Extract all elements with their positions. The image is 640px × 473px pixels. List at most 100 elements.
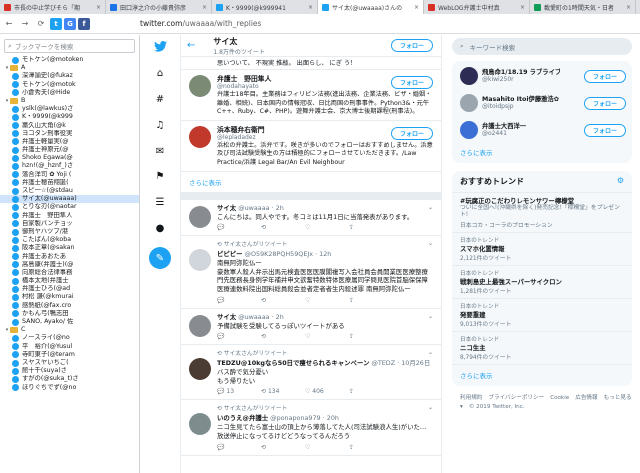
tab-close-icon[interactable]: × [414, 4, 419, 11]
bookmark-item[interactable]: 弁護士 野田隼人 [0, 212, 139, 220]
bookmark-item[interactable]: 弁護士神原元(@ [0, 146, 139, 154]
like-action[interactable]: ♡ [305, 224, 349, 231]
bookmark-item[interactable]: 深澤諭史(@fukaz [0, 72, 139, 80]
user-card[interactable]: 弁護士 野田隼人 @nodahayato 弁護士18年目。主業務はフィリピン法務(進… [181, 70, 441, 121]
bookmark-item[interactable]: Shoko Egawa(@ [0, 154, 139, 162]
tweet[interactable]: サイ太 @uwaaaa · 2h ⌄ 予備試験を受験してるっぽいツイートがある 💬 ⟲… [181, 309, 441, 346]
home-icon[interactable]: ⌂ [153, 66, 167, 80]
browser-tab[interactable]: 田口淳之介の小藤貴弥彦 × [106, 0, 212, 14]
share-action[interactable]: ⇪ [349, 297, 393, 304]
reply-action[interactable]: 💬 13 [217, 388, 261, 395]
bookmark-item[interactable]: 御刑ヤハツブ/港 [0, 228, 139, 236]
google-icon[interactable]: G [64, 17, 76, 30]
bookmark-item[interactable]: ノースライ(@no [0, 334, 139, 342]
browser-tab[interactable]: K・9999(@k999941 × [212, 0, 318, 14]
bookmark-item[interactable]: ほりぐちでず(@no [0, 384, 139, 392]
twitter-bird-icon[interactable] [153, 39, 167, 53]
tab-close-icon[interactable]: × [626, 4, 631, 11]
tweet[interactable]: ⟲ サイ太さんがリツイート TEDZU@10kgなら50日で痩せられるキャンペーン… [181, 345, 441, 401]
like-action[interactable]: ♡ [305, 444, 349, 451]
avatar[interactable] [189, 205, 211, 228]
bookmark-item[interactable]: すがの(@suka_t)さ [0, 375, 139, 383]
tweet[interactable]: サイ太 @uwaaaa · 2h ⌄ こんにちは。同人やです。冬コミは11月1日に当… [181, 200, 441, 237]
forward-icon[interactable]: → [18, 17, 32, 31]
footer-link[interactable]: プライバシーポリシー [488, 395, 544, 401]
trend-item[interactable]: 日本のトレンド ニコ生主 8,794件のツイート [452, 332, 632, 365]
bookmark-item[interactable]: かもん弓(鴨志田 [0, 310, 139, 318]
suggested-user-name[interactable]: 飛鳥命1/18.19 ラブライブ [482, 67, 560, 76]
browser-tab[interactable]: WebLOG弁護士中村真 × [424, 0, 530, 14]
follow-button[interactable]: フォロー [583, 70, 626, 83]
footer-link[interactable]: 広告情報 [575, 395, 597, 401]
compose-tweet-button[interactable]: ✎ [149, 247, 171, 269]
avatar[interactable] [189, 314, 211, 337]
user-card[interactable]: 浜本穂弁右衛門 @lepladadez 浜松の弁護士。浜弁です。咲きが多いのでフォロ… [181, 121, 441, 172]
bookmarks-icon[interactable]: ⚑ [153, 169, 167, 183]
like-action[interactable]: ♡ [305, 333, 349, 340]
bookmark-item[interactable]: 落合洋司 ✿ Yoji ( [0, 171, 139, 179]
bookmark-item[interactable]: K・9999(@k999 [0, 113, 139, 121]
trend-name[interactable]: スマホ化置情報 [460, 244, 624, 253]
bookmark-item[interactable]: yslk(@lawkus)さ [0, 105, 139, 113]
bookmark-item[interactable]: 館十千(suya)さ [0, 367, 139, 375]
bookmark-item[interactable]: 高島康(弁護士)(@ [0, 261, 139, 269]
tweet-author-name[interactable]: いのうえ@弁護士 [217, 414, 268, 422]
tab-close-icon[interactable]: × [202, 4, 207, 11]
gear-icon[interactable]: ⚙ [617, 176, 624, 185]
retweet-action[interactable]: ⟲ [261, 297, 305, 304]
bookmark-item[interactable]: 阪本正章(@sakan [0, 244, 139, 252]
profile-icon[interactable]: ● [153, 221, 167, 235]
footer-link[interactable]: © 2019 Twitter, Inc. [469, 404, 525, 410]
chevron-down-icon[interactable]: ⌄ [428, 204, 433, 211]
bookmark-item[interactable]: 自家製パンチョッ [0, 220, 139, 228]
suggested-user-name[interactable]: Masahito Itoi伊藤雅浩✿ [482, 94, 560, 103]
tweet-time[interactable]: 20h [327, 414, 339, 422]
footer-link[interactable]: 利用規約 [460, 395, 482, 401]
bookmark-item[interactable]: ヨコタン刑事役実 [0, 130, 139, 138]
trend-item[interactable]: 日本のトレンド 発要重建 9,013件のツイート [452, 299, 632, 332]
browser-tab[interactable]: サイ太(@uwaaaa)さんの × [318, 0, 424, 14]
tweet[interactable]: ⟲ サイ太さんがリツイート ピピピー @O59K28PQH59QEJx · 12h… [181, 236, 441, 309]
retweet-action[interactable]: ⟲ [261, 333, 305, 340]
back-arrow-icon[interactable]: ← [187, 40, 195, 51]
tweet-time[interactable]: 2h [276, 313, 284, 321]
bookmark-item[interactable]: モトケン(@motok [0, 81, 139, 89]
avatar[interactable] [189, 358, 211, 381]
browser-tab[interactable]: 載愛町の1時間天気・日者 × [530, 0, 636, 14]
reply-action[interactable]: 💬 [217, 224, 261, 231]
bookmark-item[interactable]: 橋本太地(弁護士 [0, 277, 139, 285]
follow-button[interactable]: フォロー [390, 76, 433, 89]
bookmark-item[interactable]: hzn!(@_hznf_)さ [0, 162, 139, 171]
share-action[interactable]: ⇪ [349, 444, 393, 451]
browser-tab[interactable]: 市長の中止学びそら「期 × [0, 0, 106, 14]
bookmark-item[interactable]: 村松 謙(@kmurai [0, 293, 139, 302]
facebook-icon[interactable]: f [78, 17, 90, 30]
bookmark-item[interactable]: 寺町東子(@teram [0, 351, 139, 359]
tweet[interactable]: ⟲ サイ太さんがリツイート いのうえ@弁護士 @ponapona979 · 20h… [181, 400, 441, 456]
notifications-bell-icon[interactable]: ♫ [153, 118, 167, 132]
tab-close-icon[interactable]: × [520, 4, 525, 11]
avatar[interactable] [189, 125, 211, 148]
bookmark-folder[interactable]: ▾ C [0, 326, 139, 334]
trend-item[interactable]: 日本のトレンド スマホ化置情報 2,121件のツイート [452, 233, 632, 266]
avatar[interactable] [460, 67, 478, 85]
trend-name[interactable]: 戦刺島史上最強スーパーサイクロン [460, 277, 624, 286]
trend-item[interactable]: #玩腐正のこだわりレモンサワー檸檬堂 ついに全国へ!(沖縄県を除く)発売記念!「檸… [452, 193, 632, 233]
reply-action[interactable]: 💬 [217, 333, 261, 340]
reload-icon[interactable]: ⟳ [34, 17, 48, 31]
tab-close-icon[interactable]: × [96, 4, 101, 11]
follow-button[interactable]: フォロー [583, 124, 626, 137]
bookmark-item[interactable]: 平 裕介(@Yusul [0, 343, 139, 351]
back-icon[interactable]: ← [2, 17, 16, 31]
tweet-time[interactable]: 12h [319, 250, 331, 258]
bookmark-item[interactable]: こたぱん(@koba [0, 236, 139, 244]
tweet-author-name[interactable]: ピピピー [217, 250, 243, 258]
retweet-action[interactable]: ⟲ [261, 444, 305, 451]
chevron-down-icon[interactable]: ⌄ [428, 349, 433, 356]
bookmark-item[interactable]: 弁護士穂苗翔誕( [0, 179, 139, 187]
follow-button[interactable]: フォロー [583, 97, 626, 110]
tweet-author-name[interactable]: TEDZU@10kgなら50日で痩せられるキャンペーン [217, 359, 369, 367]
avatar[interactable] [460, 121, 478, 139]
suggested-user[interactable]: 飛鳥命1/18.19 ラブライブ @kiwi250r フォロー [452, 63, 632, 90]
bookmark-item[interactable]: スピ一☆(@stdau [0, 187, 139, 195]
